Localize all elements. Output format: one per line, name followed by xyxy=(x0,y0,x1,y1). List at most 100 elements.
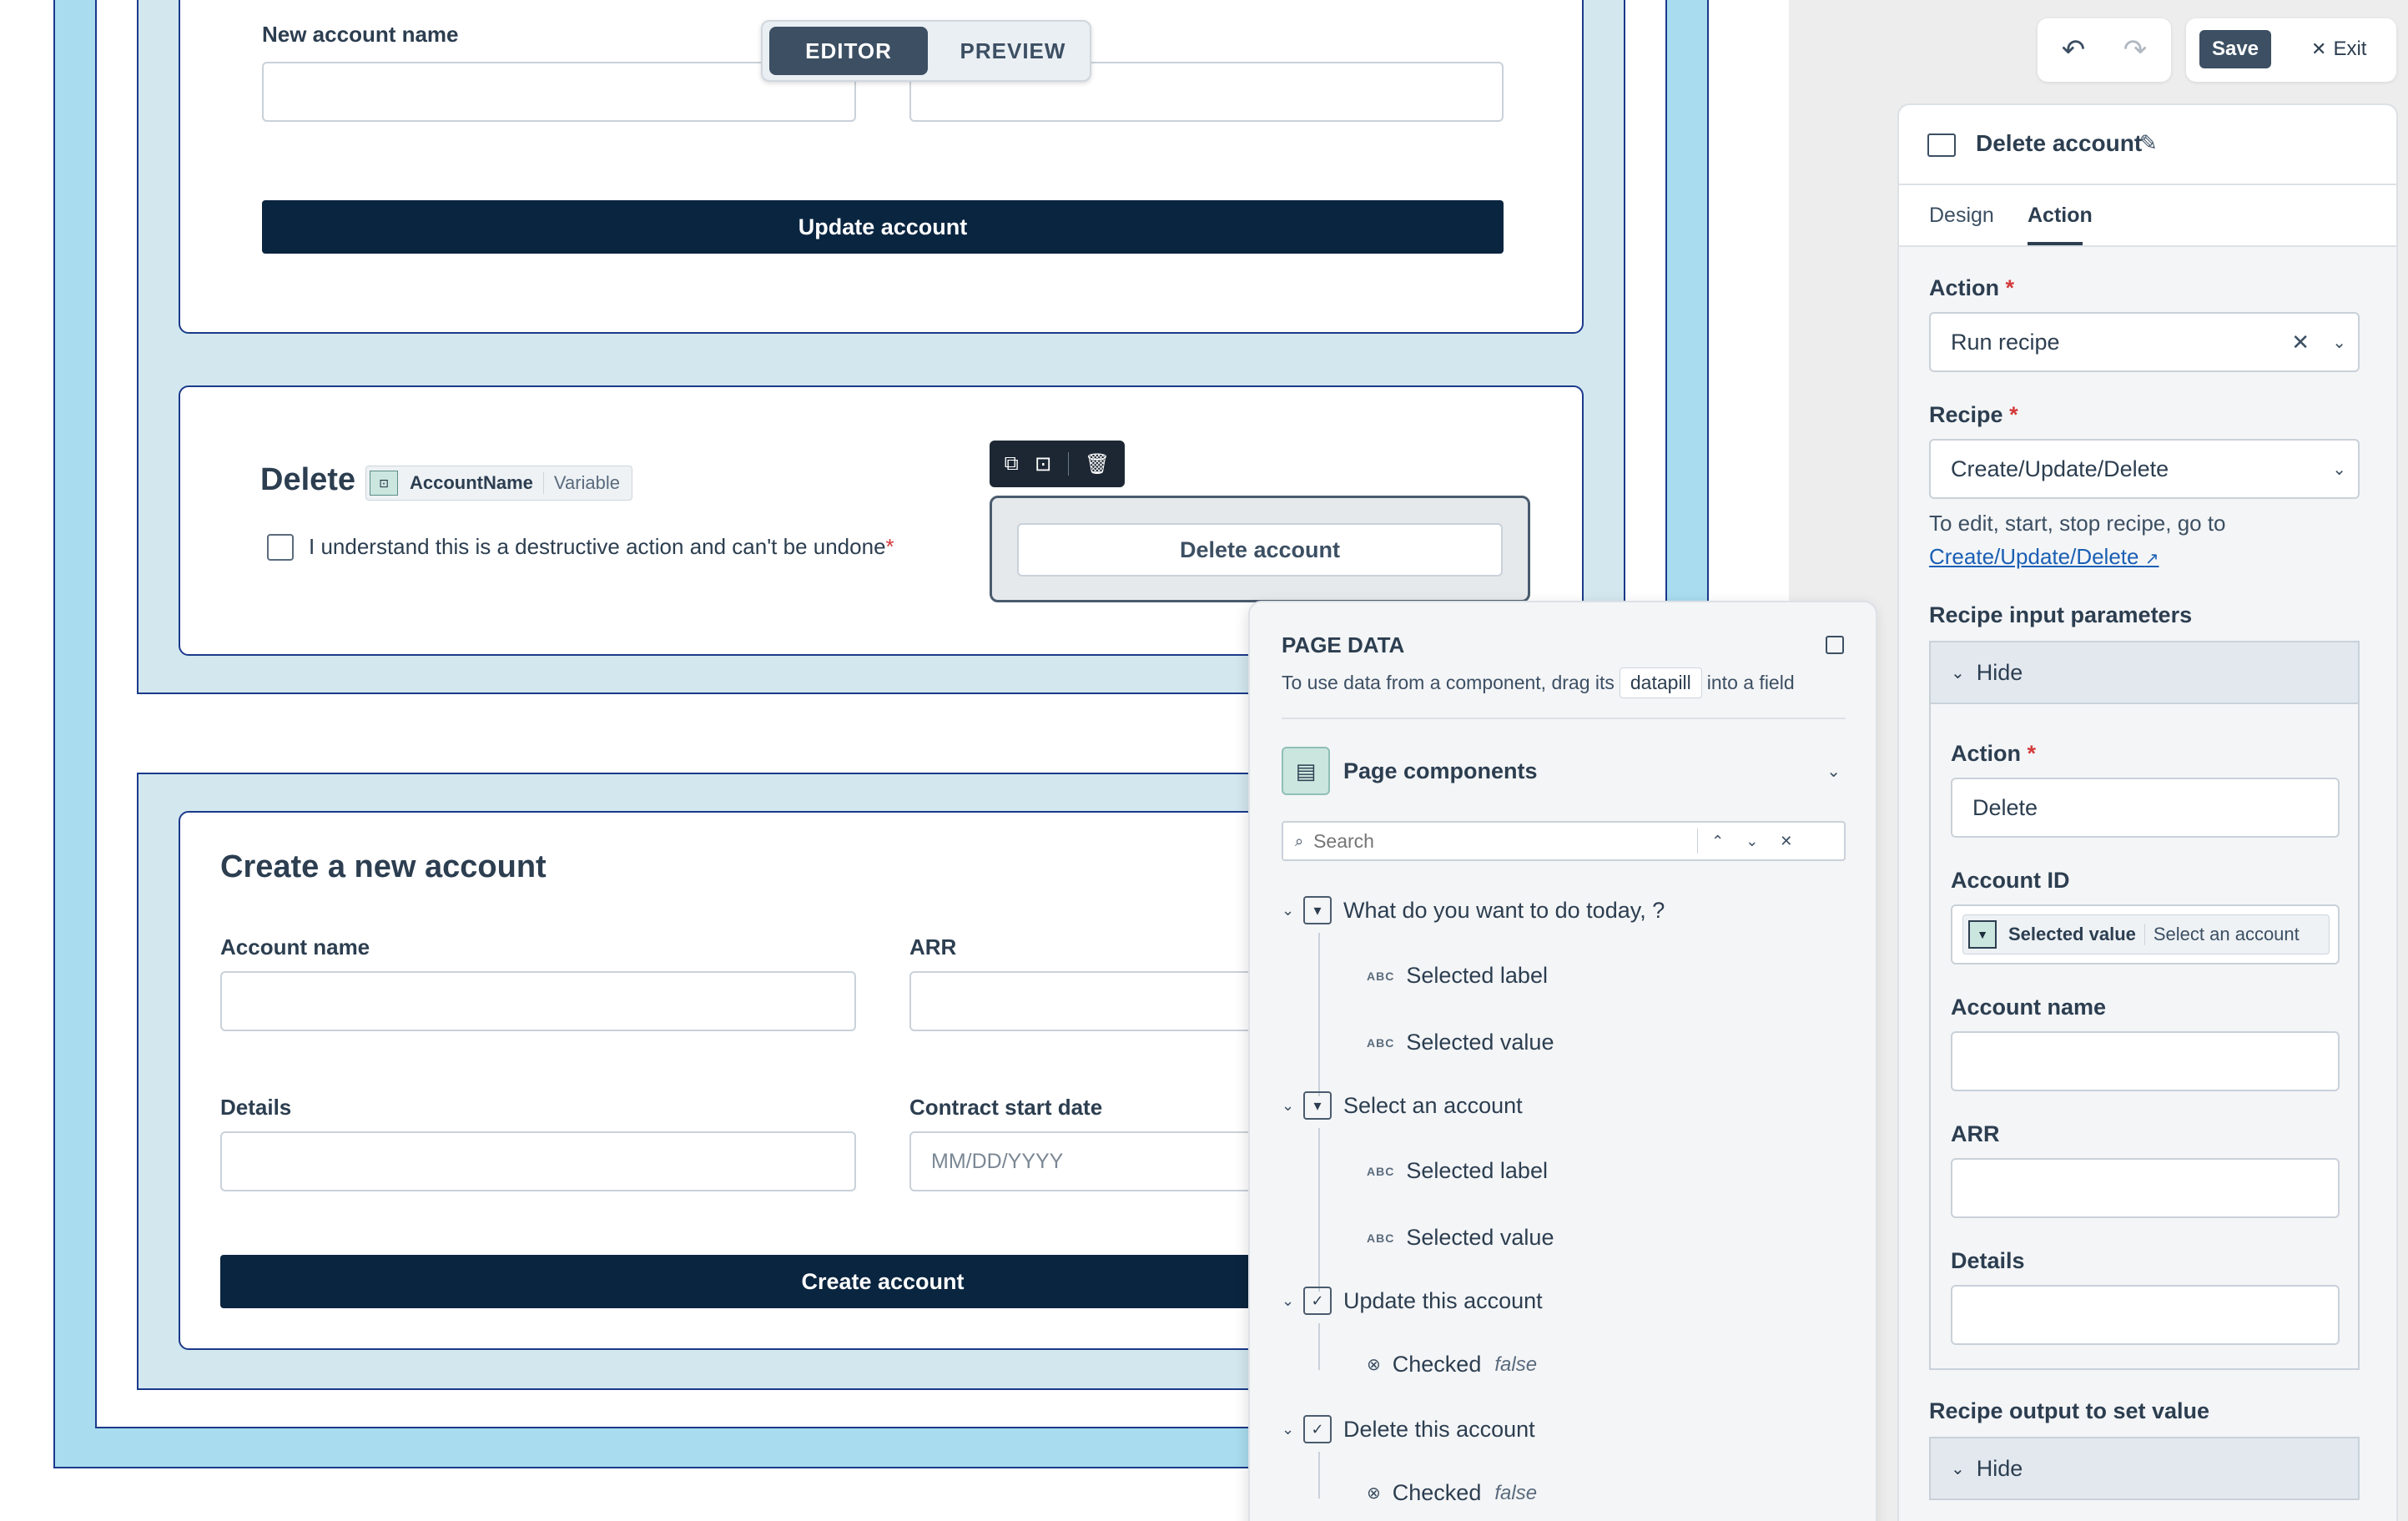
tree-line xyxy=(1318,1128,1320,1292)
delete-account-button[interactable]: Delete account xyxy=(1017,523,1503,577)
chevron-down-icon: ⌄ xyxy=(1951,663,1965,682)
edit-pencil-icon[interactable]: ✎ xyxy=(2139,130,2158,156)
tab-action[interactable]: Action xyxy=(2028,204,2093,228)
chevron-down-icon[interactable]: ⌄ xyxy=(2332,459,2346,480)
param-action-input[interactable]: Delete xyxy=(1951,778,2340,838)
chevron-down-icon: ⌄ xyxy=(1282,1096,1295,1114)
text-type-icon: ABC xyxy=(1367,1035,1395,1050)
tree-item-what-to-do[interactable]: ⌄ ▾ What do you want to do today, ? xyxy=(1282,896,1665,924)
text-type-icon: ABC xyxy=(1367,1231,1395,1245)
boolean-icon: ⊗ xyxy=(1367,1356,1381,1374)
confirm-checkbox[interactable] xyxy=(267,534,294,561)
editor-tab[interactable]: EDITOR xyxy=(769,27,928,75)
param-account-name-input[interactable] xyxy=(1951,1031,2340,1091)
chevron-up-icon[interactable]: ⌃ xyxy=(1711,833,1724,850)
create-account-name-label: Account name xyxy=(220,934,370,959)
tree-item-checked[interactable]: ⊗ Checked false xyxy=(1367,1480,1537,1506)
create-account-name-input[interactable] xyxy=(220,971,856,1031)
panel-header: Delete account ✎ xyxy=(1899,105,2396,185)
page-components-header[interactable]: ▤ Page components ⌄ xyxy=(1282,746,1846,796)
properties-panel: Delete account ✎ Design Action Action * … xyxy=(1897,103,2398,1521)
tree-item-selected-value[interactable]: ABC Selected value xyxy=(1367,1030,1554,1055)
tree-child-label: Selected value xyxy=(1406,1030,1554,1055)
pill-variable-name: AccountName xyxy=(410,472,533,493)
page-components-icon: ▤ xyxy=(1282,747,1330,795)
param-arr-input[interactable] xyxy=(1951,1158,2340,1218)
account-id-input[interactable]: ▼ Selected value Select an account xyxy=(1951,904,2340,964)
param-action-value: Delete xyxy=(1972,794,2038,820)
tree-child-value: false xyxy=(1494,1352,1538,1376)
tab-design[interactable]: Design xyxy=(1929,204,1994,228)
redo-icon[interactable]: ↷ xyxy=(2114,30,2156,70)
output-hide-toggle[interactable]: ⌄ Hide xyxy=(1929,1437,2360,1500)
param-action-label: Action * xyxy=(1951,741,2037,766)
chevron-down-icon[interactable]: ⌄ xyxy=(2332,332,2346,353)
save-button[interactable]: Save xyxy=(2199,30,2271,68)
new-account-name-label: New account name xyxy=(262,22,459,47)
close-icon[interactable]: ✕ xyxy=(1780,833,1792,850)
recipe-select-value: Create/Update/Delete xyxy=(1951,456,2169,481)
preview-tab[interactable]: PREVIEW xyxy=(938,27,1088,75)
param-details-input[interactable] xyxy=(1951,1285,2340,1345)
input-params-group: ⌄ Hide Action * Delete Account ID ▼ Sele… xyxy=(1929,641,2360,1370)
create-arr-label: ARR xyxy=(909,934,957,959)
exit-label: Exit xyxy=(2333,38,2367,60)
dock-panel-icon[interactable] xyxy=(1826,636,1844,654)
recipe-select[interactable]: Create/Update/Delete ⌄ xyxy=(1929,439,2360,499)
tree-line xyxy=(1318,1452,1320,1498)
tree-item-checked[interactable]: ⊗ Checked false xyxy=(1367,1352,1537,1377)
duplicate-icon[interactable]: ⧉ xyxy=(1005,452,1019,476)
tree-child-label: Checked xyxy=(1392,1352,1482,1377)
tree-item-selected-label[interactable]: ABC Selected label xyxy=(1367,963,1548,989)
tree-item-selected-value[interactable]: ABC Selected value xyxy=(1367,1225,1554,1251)
button-component-icon xyxy=(1927,133,1956,157)
undo-icon[interactable]: ↶ xyxy=(2053,30,2094,70)
tree-line xyxy=(1318,933,1320,1096)
create-details-input[interactable] xyxy=(220,1131,856,1191)
chevron-down-icon: ⌄ xyxy=(1282,1292,1295,1309)
action-select[interactable]: Run recipe ✕ ⌄ xyxy=(1929,312,2360,372)
recipe-label: Recipe * xyxy=(1929,402,2018,427)
tree-item-selected-label[interactable]: ABC Selected label xyxy=(1367,1158,1548,1184)
datapill-chip: datapill xyxy=(1619,667,1702,698)
input-params-hide-toggle[interactable]: ⌄ Hide xyxy=(1929,641,2360,704)
tree-child-label: Selected label xyxy=(1406,1158,1548,1183)
exit-button[interactable]: ✕ Exit xyxy=(2311,30,2366,68)
account-name-variable-pill[interactable]: ⊡ AccountName Variable xyxy=(365,466,632,501)
chevron-down-icon: ⌄ xyxy=(1951,1459,1965,1478)
account-id-datapill[interactable]: ▼ Selected value Select an account xyxy=(1962,914,2330,954)
page-components-label: Page components xyxy=(1343,758,1538,783)
tree-item-label: What do you want to do today, ? xyxy=(1343,897,1665,923)
clear-icon[interactable]: ✕ xyxy=(2291,330,2310,355)
undo-redo-group: ↶ ↷ xyxy=(2038,18,2171,82)
panel-title: Delete account xyxy=(1976,130,2143,156)
pill-divider xyxy=(2144,924,2145,945)
tree-item-label: Update this account xyxy=(1343,1287,1543,1313)
close-icon: ✕ xyxy=(2311,38,2327,59)
page-data-divider xyxy=(1282,718,1846,719)
search-input[interactable] xyxy=(1313,829,1698,853)
select-parent-icon[interactable]: ⊡ xyxy=(1035,452,1051,476)
tree-line xyxy=(1318,1323,1320,1370)
panel-tabs: Design Action xyxy=(1899,185,2396,247)
tree-item-delete-account[interactable]: ⌄ ✓ Delete this account xyxy=(1282,1415,1535,1443)
recipe-link[interactable]: Create/Update/Delete ↗ xyxy=(1929,544,2159,570)
tree-item-update-account[interactable]: ⌄ ✓ Update this account xyxy=(1282,1287,1543,1315)
action-select-value: Run recipe xyxy=(1951,329,2060,355)
action-label: Action * xyxy=(1929,275,2015,300)
tree-item-select-account[interactable]: ⌄ ▾ Select an account xyxy=(1282,1091,1523,1120)
toolbar-divider xyxy=(1067,452,1069,476)
account-id-label: Account ID xyxy=(1951,868,2070,893)
dropdown-component-icon: ▾ xyxy=(1303,896,1332,924)
delete-icon[interactable]: 🗑 xyxy=(1085,452,1110,476)
search-icon: ⌕ xyxy=(1295,832,1304,849)
chevron-down-icon[interactable]: ⌄ xyxy=(1746,833,1758,850)
tree-item-label: Delete this account xyxy=(1343,1416,1535,1442)
page-data-panel: PAGE DATA To use data from a component, … xyxy=(1248,601,1877,1521)
param-details-label: Details xyxy=(1951,1248,2025,1273)
pill-variable-type: Variable xyxy=(553,472,621,493)
tree-child-label: Checked xyxy=(1392,1480,1482,1505)
delete-button-selection[interactable]: Delete account xyxy=(990,496,1530,602)
account-id-pill-name: Selected value xyxy=(2008,924,2136,944)
update-account-button[interactable]: Update account xyxy=(262,200,1504,254)
